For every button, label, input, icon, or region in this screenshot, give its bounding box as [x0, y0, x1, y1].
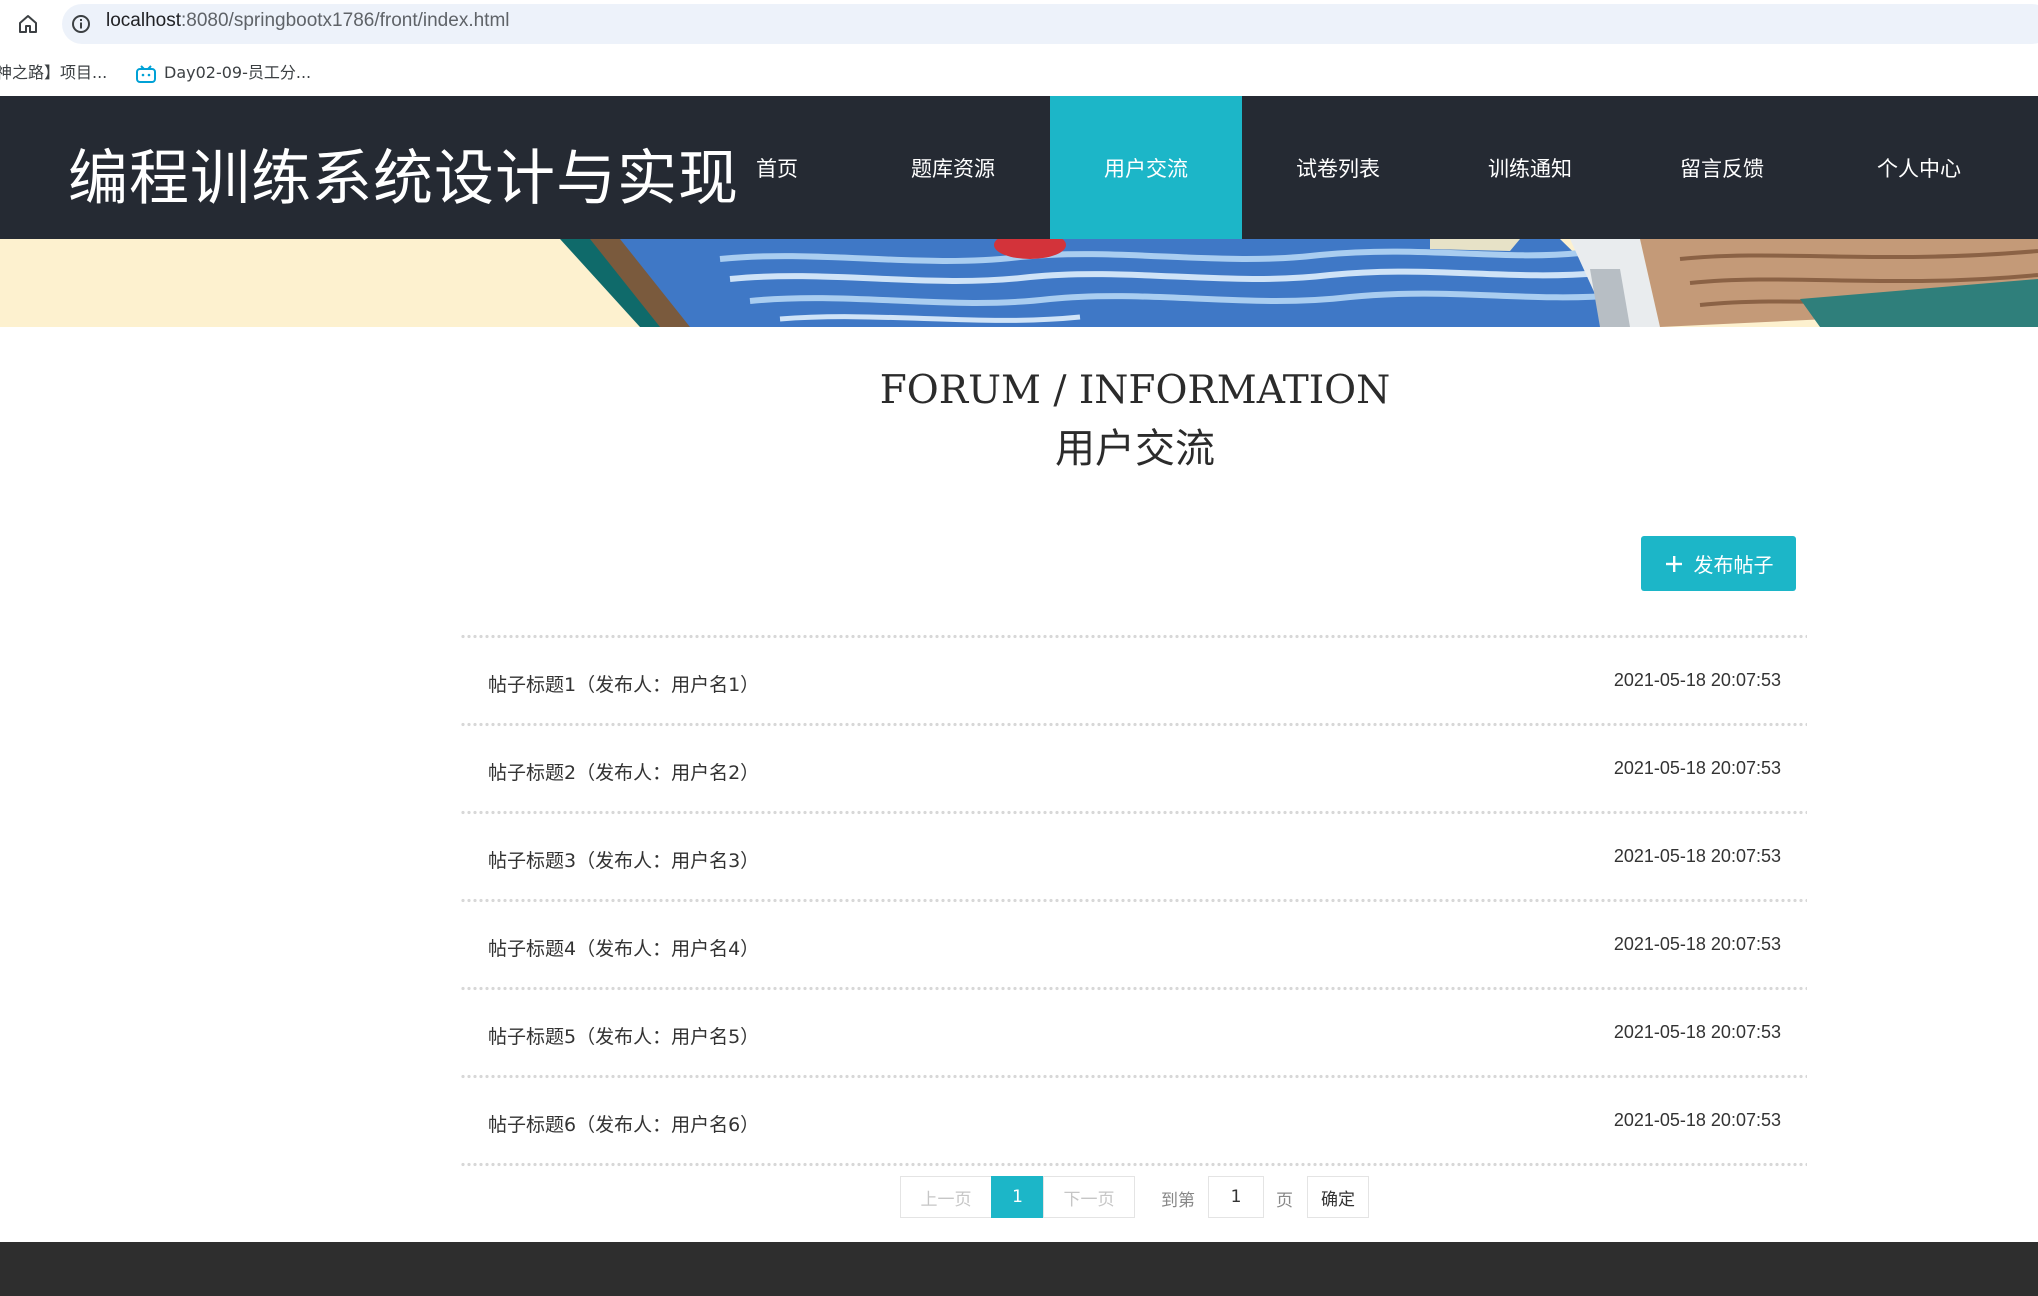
post-time: 2021-05-18 20:07:53: [1613, 758, 1781, 778]
banner-image: [0, 239, 2038, 327]
list-item[interactable]: 帖子标题1（发布人：用户名1） 2021-05-18 20:07:53: [460, 639, 1807, 722]
nav-item-home[interactable]: 首页: [681, 96, 873, 239]
url-host: localhost: [106, 10, 181, 31]
banner-illustration: [0, 239, 2038, 327]
list-item[interactable]: 帖子标题5（发布人：用户名5） 2021-05-18 20:07:53: [460, 991, 1807, 1074]
post-time: 2021-05-18 20:07:53: [1613, 1022, 1781, 1042]
post-title[interactable]: 帖子标题4（发布人：用户名4）: [488, 934, 759, 961]
bookmark-item[interactable]: 神之路】项目...: [0, 59, 107, 83]
nav-item-profile[interactable]: 个人中心: [1823, 96, 2015, 239]
post-time: 2021-05-18 20:07:53: [1613, 670, 1781, 690]
post-title[interactable]: 帖子标题2（发布人：用户名2）: [488, 758, 759, 785]
section-title-en: FORUM / INFORMATION: [879, 368, 1391, 413]
site-header: 编程训练系统设计与实现 首页 题库资源 用户交流 试卷列表 训练通知 留言反馈 …: [0, 96, 2038, 239]
browser-address-bar: localhost:8080/springbootx1786/front/ind…: [0, 0, 2038, 48]
nav-item-forum[interactable]: 用户交流: [1050, 96, 1242, 239]
divider: [460, 1162, 1807, 1167]
page-footer: [0, 1242, 2038, 1296]
goto-confirm-button[interactable]: 确定: [1307, 1176, 1369, 1218]
post-title[interactable]: 帖子标题1（发布人：用户名1）: [488, 670, 759, 697]
plus-icon: [1665, 555, 1682, 572]
next-page-button[interactable]: 下一页: [1043, 1176, 1135, 1218]
list-item[interactable]: 帖子标题3（发布人：用户名3） 2021-05-18 20:07:53: [460, 815, 1807, 898]
list-item[interactable]: 帖子标题6（发布人：用户名6） 2021-05-18 20:07:53: [460, 1079, 1807, 1162]
goto-page-input[interactable]: 1: [1208, 1176, 1264, 1218]
publish-post-label: 发布帖子: [1693, 553, 1774, 577]
url-path: :8080/springbootx1786/front/index.html: [181, 10, 510, 31]
post-time: 2021-05-18 20:07:53: [1613, 1110, 1781, 1130]
nav-item-feedback[interactable]: 留言反馈: [1626, 96, 1818, 239]
section-title-cn: 用户交流: [1055, 426, 1215, 472]
current-page-button[interactable]: 1: [991, 1176, 1044, 1218]
bookmark-item[interactable]: Day02-09-员工分...: [136, 59, 311, 83]
bookmarks-bar: 神之路】项目... Day02-09-员工分...: [0, 48, 2038, 96]
list-item[interactable]: 帖子标题4（发布人：用户名4） 2021-05-18 20:07:53: [460, 903, 1807, 986]
post-title[interactable]: 帖子标题5（发布人：用户名5）: [488, 1022, 759, 1049]
site-title: 编程训练系统设计与实现: [68, 144, 739, 214]
nav-item-exam-list[interactable]: 试卷列表: [1242, 96, 1434, 239]
bookmark-label: 神之路】项目...: [0, 63, 108, 82]
publish-post-button[interactable]: 发布帖子: [1641, 536, 1796, 591]
post-title[interactable]: 帖子标题3（发布人：用户名3）: [488, 846, 759, 873]
bilibili-icon: [136, 64, 156, 83]
prev-page-button[interactable]: 上一页: [900, 1176, 992, 1218]
url-text[interactable]: localhost:8080/springbootx1786/front/ind…: [106, 10, 510, 32]
post-time: 2021-05-18 20:07:53: [1613, 846, 1781, 866]
nav-item-training-notice[interactable]: 训练通知: [1434, 96, 1626, 239]
goto-suffix-label: 页: [1276, 1191, 1293, 1211]
list-item[interactable]: 帖子标题2（发布人：用户名2） 2021-05-18 20:07:53: [460, 727, 1807, 810]
home-icon[interactable]: [16, 12, 40, 36]
post-title[interactable]: 帖子标题6（发布人：用户名6）: [488, 1110, 759, 1137]
site-info-icon[interactable]: [70, 13, 92, 35]
goto-prefix-label: 到第: [1161, 1191, 1195, 1211]
bookmark-label: Day02-09-员工分...: [164, 63, 312, 82]
post-time: 2021-05-18 20:07:53: [1613, 934, 1781, 954]
nav-item-question-bank[interactable]: 题库资源: [857, 96, 1049, 239]
post-list: 帖子标题1（发布人：用户名1） 2021-05-18 20:07:53 帖子标题…: [460, 634, 1807, 1167]
